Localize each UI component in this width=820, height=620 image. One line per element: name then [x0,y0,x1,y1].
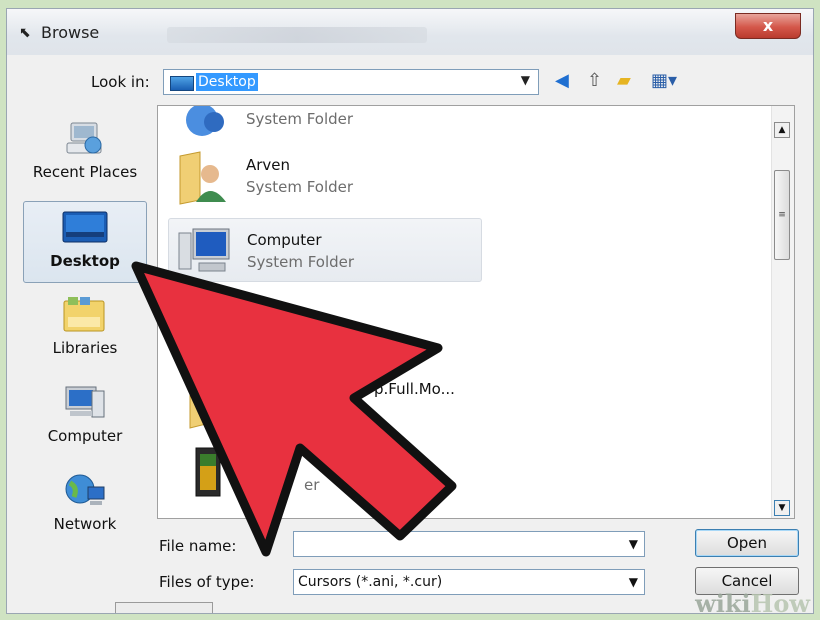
window-title: Browse [41,23,100,42]
blurred-background-tabs [167,27,427,43]
place-label: Network [53,515,117,533]
file-type: System Folder [247,253,355,271]
desktop-icon [62,211,108,243]
look-in-value: Desktop [196,73,258,91]
chevron-down-icon: ▼ [520,73,530,87]
user-folder-icon [179,151,226,205]
chevron-down-icon[interactable]: ▼ [629,532,638,556]
file-item[interactable]: er [168,436,482,500]
file-type: System Folder [246,110,354,128]
computer-icon [178,228,230,272]
file-item[interactable]: System Folder [168,106,482,140]
open-button[interactable]: Open [695,529,799,557]
computer-icon [65,386,105,418]
file-name-label: File name: [159,537,237,555]
file-list[interactable]: System Folder Arven System Folder Comput… [157,105,795,519]
wikihow-watermark: wikiHow [695,589,810,618]
recent-places-icon [66,122,102,154]
place-computer[interactable]: Computer [23,377,147,459]
place-label: Desktop [50,252,120,270]
files-of-type-dropdown[interactable]: Cursors (*.ani, *.cur) ▼ [293,569,645,595]
user-folder-icon [186,106,224,136]
file-name: Arven [246,156,291,174]
look-in-label: Look in: [91,73,150,91]
file-name-input[interactable]: ▼ [293,531,645,557]
libraries-icon [63,297,105,332]
file-type: er [304,476,320,494]
file-name: Computer [247,231,322,249]
view-menu-icon[interactable]: ▦▾ [651,71,677,91]
scroll-thumb[interactable]: ≡ [774,170,790,260]
place-network[interactable]: Network [23,465,147,547]
program-icon [195,447,221,497]
new-folder-icon[interactable]: ▰ [617,71,631,91]
place-libraries[interactable]: Libraries [23,289,147,371]
chevron-down-icon: ▼ [628,575,638,589]
place-label: Recent Places [32,163,138,181]
scroll-up-button[interactable]: ▲ [774,122,790,138]
file-item[interactable]: Arven System Folder [168,144,482,208]
vertical-scrollbar[interactable]: ▲ ≡ ▼ [771,106,794,518]
file-type: System Folder [246,178,354,196]
network-icon [65,474,105,505]
browse-dialog: ⬉ Browse x Look in: Desktop ▼ ◀ ⇧ ▰ ▦▾ R… [6,8,814,614]
place-desktop[interactable]: Desktop [23,201,147,283]
files-of-type-value: Cursors (*.ani, *.cur) [298,574,443,590]
folder-icon [189,375,207,429]
cursor-icon: ⬉ [19,25,31,41]
place-recent-places[interactable]: Recent Places [23,113,147,195]
up-folder-icon[interactable]: ⇧ [587,71,602,91]
place-label: Computer [47,427,123,445]
close-button[interactable]: x [735,13,801,39]
look-in-dropdown[interactable]: Desktop ▼ [163,69,539,95]
desktop-mini-icon [170,76,194,91]
scroll-down-button[interactable]: ▼ [774,500,790,516]
files-of-type-label: Files of type: [159,573,255,591]
hidden-control-edge [115,602,213,613]
back-icon[interactable]: ◀ [555,71,569,91]
title-bar[interactable]: ⬉ Browse x [7,9,813,55]
file-item[interactable]: Computer System Folder [168,218,482,282]
place-label: Libraries [52,339,118,357]
file-name: p.Full.Mo... [374,380,455,398]
file-item[interactable]: p.Full.Mo... [168,368,482,432]
